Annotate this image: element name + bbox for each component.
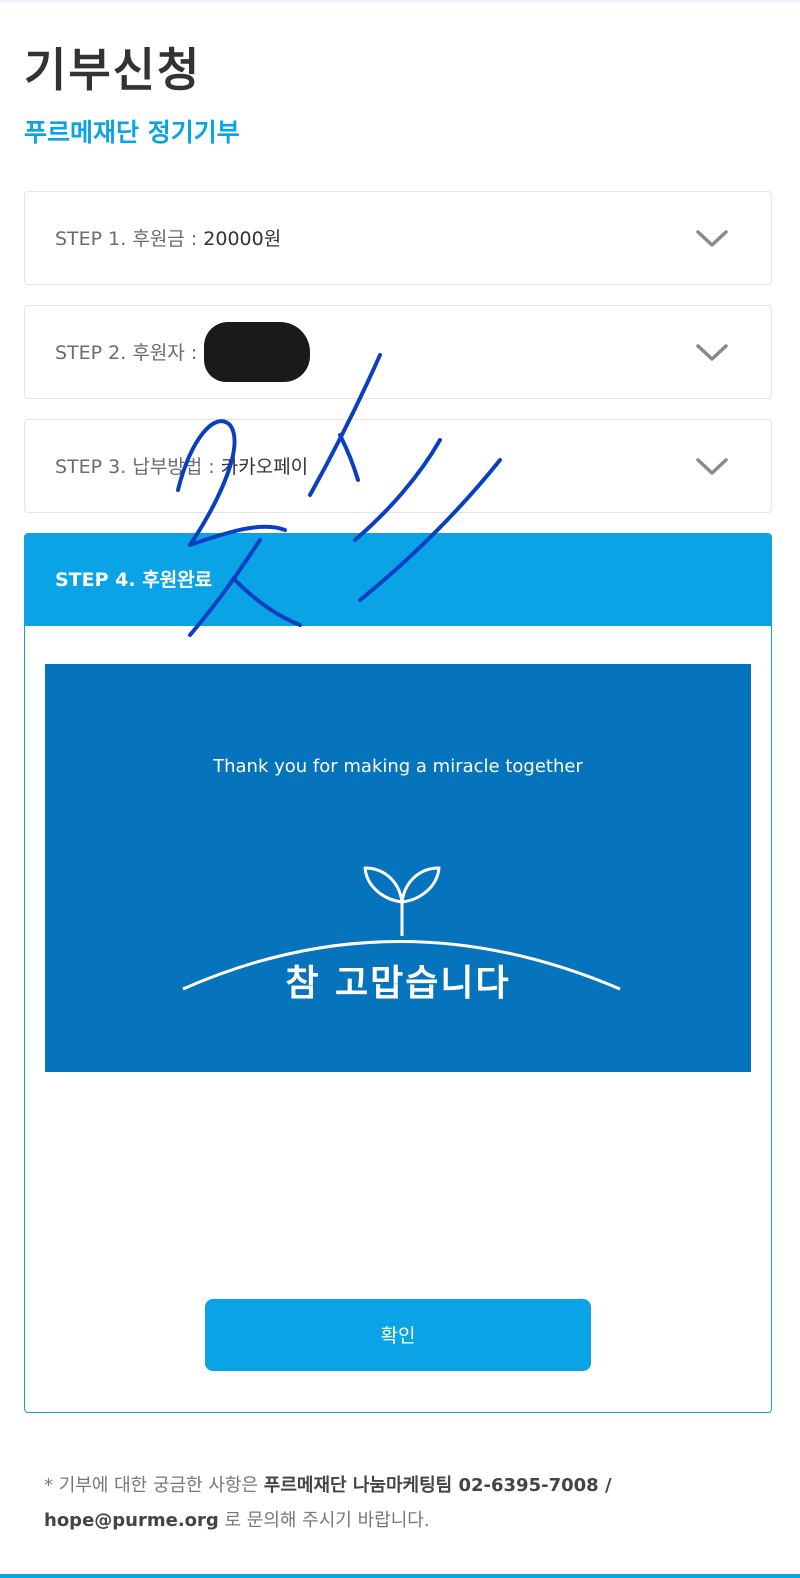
step-1-accordion[interactable]: STEP 1. 후원금 : 20000원 xyxy=(24,191,772,285)
footer-team: 푸르메재단 나눔마케팅팀 xyxy=(263,1475,453,1496)
thanks-korean-text: 참 고맙습니다 xyxy=(285,963,511,1004)
top-divider xyxy=(0,0,800,3)
confirm-button[interactable]: 확인 xyxy=(205,1299,591,1371)
step-4-header: STEP 4. 후원완료 xyxy=(25,534,771,626)
step-1-title: STEP 1. 후원금 : xyxy=(55,228,204,250)
page-subtitle: 푸르메재단 정기기부 xyxy=(24,118,240,147)
step-3-accordion[interactable]: STEP 3. 납부방법 : 카카오페이 xyxy=(24,419,772,513)
step-2-label: STEP 2. 후원자 : xyxy=(55,306,197,400)
chevron-down-icon[interactable] xyxy=(695,224,729,252)
step-1-label: STEP 1. 후원금 : 20000원 xyxy=(55,192,281,286)
bottom-divider xyxy=(0,1574,800,1578)
footer-notice: * 기부에 대한 궁금한 사항은 푸르메재단 나눔마케팅팀 02-6395-70… xyxy=(44,1468,784,1538)
step-4-panel: STEP 4. 후원완료 Thank you for making a mira… xyxy=(24,533,772,1413)
donation-page: 기부신청 푸르메재단 정기기부 STEP 1. 후원금 : 20000원 STE… xyxy=(0,0,800,1578)
step-4-label: STEP 4. 후원완료 xyxy=(55,569,213,591)
thanks-english-text: Thank you for making a miracle together xyxy=(213,756,583,777)
step-1-value: 20000원 xyxy=(203,228,282,250)
footer-suffix: 로 문의해 주시기 바랍니다. xyxy=(218,1510,430,1531)
step-3-label: STEP 3. 납부방법 : 카카오페이 xyxy=(55,420,308,514)
page-title: 기부신청 xyxy=(24,43,202,97)
step-3-title: STEP 3. 납부방법 : xyxy=(55,456,221,478)
redaction-mark xyxy=(204,322,310,382)
chevron-down-icon[interactable] xyxy=(695,338,729,366)
step-2-title: STEP 2. 후원자 : xyxy=(55,342,198,364)
footer-prefix: * 기부에 대한 궁금한 사항은 xyxy=(44,1475,264,1496)
chevron-down-icon[interactable] xyxy=(695,452,729,480)
step-3-value: 카카오페이 xyxy=(220,456,309,478)
thanks-card: Thank you for making a miracle together … xyxy=(45,664,751,1072)
step-2-accordion[interactable]: STEP 2. 후원자 : xyxy=(24,305,772,399)
